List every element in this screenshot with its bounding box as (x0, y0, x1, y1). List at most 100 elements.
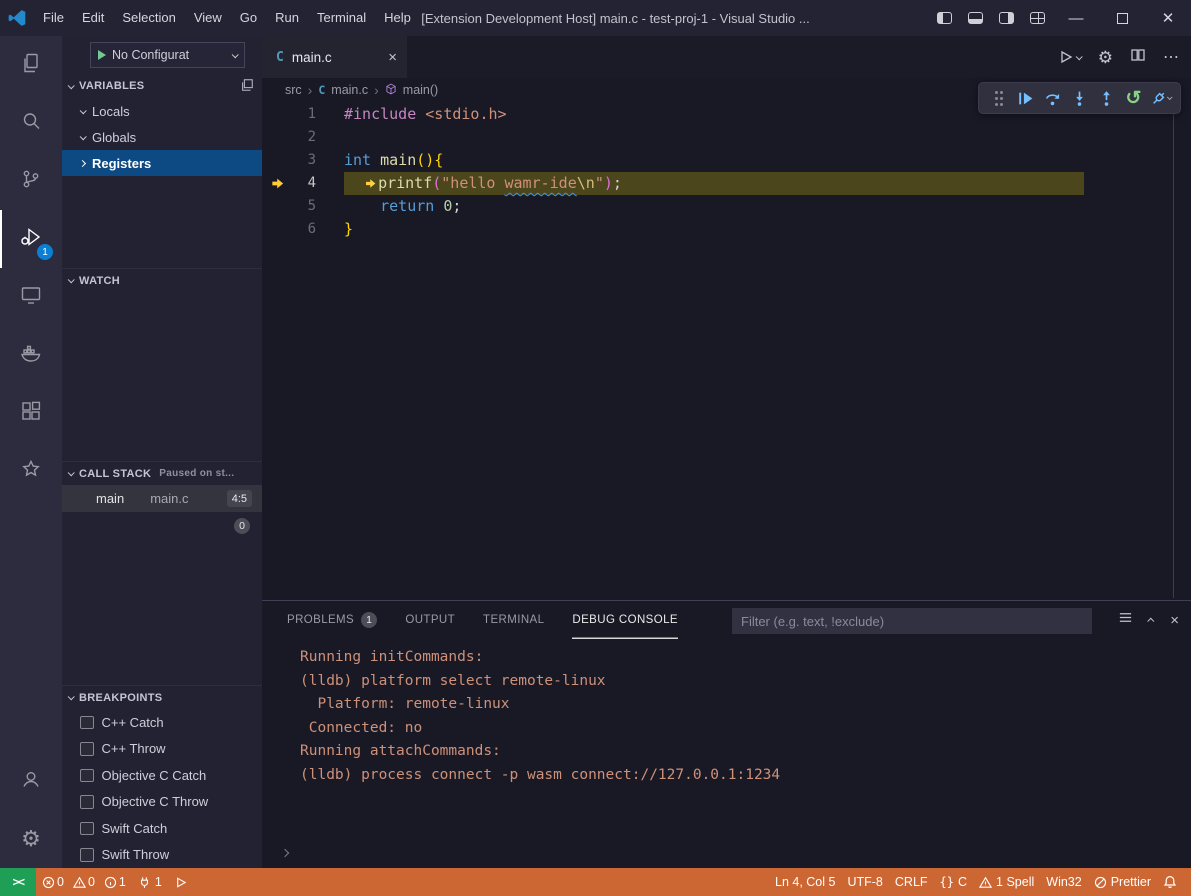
step-over-button[interactable] (1039, 85, 1066, 111)
step-out-button[interactable] (1093, 85, 1120, 111)
disconnect-button[interactable] (1147, 85, 1174, 111)
debug-toolbar-drag-handle[interactable] (985, 85, 1012, 111)
toggle-secondary-sidebar-icon[interactable] (999, 12, 1014, 24)
more-actions-icon[interactable]: ⋯ (1163, 47, 1179, 67)
callstack-section-header[interactable]: CALL STACK Paused on st... (62, 461, 262, 485)
debug-console-output[interactable]: Running initCommands:(lldb) platform sel… (262, 639, 1191, 838)
eol-indicator[interactable]: CRLF (889, 868, 934, 896)
debug-console-input[interactable] (262, 838, 1191, 868)
close-button[interactable]: ✕ (1145, 0, 1191, 36)
debug-play-icon (174, 876, 187, 889)
breakpoint-checkbox[interactable] (80, 795, 94, 809)
toggle-panel-icon[interactable] (968, 12, 983, 24)
console-filter-input[interactable] (732, 608, 1092, 634)
breakpoint-checkbox[interactable] (80, 822, 94, 836)
variables-item-locals[interactable]: Locals (62, 98, 262, 124)
breadcrumb-symbol[interactable]: main() (403, 83, 438, 97)
sidebar-item-search[interactable] (0, 94, 62, 152)
breakpoint-item[interactable]: C++ Catch (62, 709, 262, 736)
debug-config-dropdown[interactable]: No Configurat (90, 42, 245, 68)
breadcrumb-file[interactable]: main.c (331, 83, 368, 97)
variables-section-header[interactable]: VARIABLES (62, 74, 262, 98)
paused-line-arrow-icon (262, 172, 292, 195)
menu-run[interactable]: Run (266, 0, 308, 36)
spell-status[interactable]: 1 Spell (973, 868, 1040, 896)
chevron-right-icon: › (374, 82, 379, 98)
continue-icon (1017, 90, 1034, 107)
run-or-debug-button[interactable] (1058, 49, 1081, 65)
minimize-button[interactable]: — (1053, 0, 1099, 36)
split-editor-icon[interactable] (1130, 47, 1146, 68)
code-line-3[interactable]: 3int main(){ (262, 149, 1191, 172)
continue-button[interactable] (1012, 85, 1039, 111)
problems-status[interactable]: 0 0 1 (36, 868, 132, 896)
customize-layout-icon[interactable] (1030, 12, 1045, 24)
sidebar-item-explorer[interactable] (0, 36, 62, 94)
variables-item-registers[interactable]: Registers (62, 150, 262, 176)
menu-edit[interactable]: Edit (73, 0, 113, 36)
panel-tab-terminal[interactable]: TERMINAL (483, 601, 544, 639)
platform-indicator[interactable]: Win32 (1040, 868, 1087, 896)
remote-indicator[interactable]: >< (0, 868, 36, 896)
editor-scrollbar[interactable] (1173, 108, 1174, 598)
breadcrumb-folder[interactable]: src (285, 83, 302, 97)
ports-status[interactable]: 1 (132, 868, 168, 896)
language-mode[interactable]: {} C (934, 868, 973, 896)
encoding-indicator[interactable]: UTF-8 (841, 868, 888, 896)
code-editor[interactable]: 1#include <stdio.h>23int main(){4 printf… (262, 102, 1191, 600)
formatter-status[interactable]: Prettier (1088, 868, 1157, 896)
sidebar-item-run-debug[interactable]: 1 (0, 210, 62, 268)
breakpoint-checkbox[interactable] (80, 848, 94, 862)
breakpoint-checkbox[interactable] (80, 716, 94, 730)
sidebar-item-favorites[interactable] (0, 442, 62, 500)
maximize-button[interactable] (1099, 0, 1145, 36)
code-line-2[interactable]: 2 (262, 126, 1191, 149)
breakpoint-item[interactable]: Objective C Catch (62, 762, 262, 789)
close-panel-icon[interactable]: × (1170, 612, 1179, 629)
collapse-all-icon[interactable] (240, 78, 254, 95)
c-file-icon: C (276, 50, 284, 65)
callstack-frame-row[interactable]: main main.c 4:5 (62, 485, 262, 512)
menu-file[interactable]: File (34, 0, 73, 36)
accounts-button[interactable] (0, 752, 62, 810)
tab-label: main.c (292, 50, 332, 65)
cursor-position[interactable]: Ln 4, Col 5 (769, 868, 841, 896)
breakpoint-item[interactable]: C++ Throw (62, 736, 262, 763)
tab-main-c[interactable]: C main.c × (262, 36, 407, 78)
panel-tab-debug-console[interactable]: DEBUG CONSOLE (572, 601, 678, 639)
gear-icon[interactable]: ⚙ (1098, 49, 1113, 66)
sidebar-item-extensions[interactable] (0, 384, 62, 442)
breakpoint-item[interactable]: Swift Throw (62, 842, 262, 869)
notifications-button[interactable] (1157, 868, 1191, 896)
variables-item-globals[interactable]: Globals (62, 124, 262, 150)
close-tab-icon[interactable]: × (388, 49, 397, 66)
maximize-panel-icon[interactable] (1147, 617, 1154, 624)
code-line-5[interactable]: 5 return 0; (262, 195, 1191, 218)
line-number: 3 (292, 149, 316, 172)
step-into-button[interactable] (1066, 85, 1093, 111)
menu-go[interactable]: Go (231, 0, 266, 36)
menu-selection[interactable]: Selection (113, 0, 184, 36)
toggle-sidebar-icon[interactable] (937, 12, 952, 24)
start-debug-icon[interactable] (98, 50, 106, 60)
settings-button[interactable]: ⚙ (0, 810, 62, 868)
watch-section-header[interactable]: WATCH (62, 268, 262, 292)
sidebar-item-source-control[interactable] (0, 152, 62, 210)
console-line: (lldb) platform select remote-linux (300, 670, 1191, 694)
menu-view[interactable]: View (185, 0, 231, 36)
breakpoint-checkbox[interactable] (80, 769, 94, 783)
breakpoints-section-header[interactable]: BREAKPOINTS (62, 685, 262, 709)
breakpoint-item[interactable]: Swift Catch (62, 815, 262, 842)
breakpoint-checkbox[interactable] (80, 742, 94, 756)
panel-tab-problems[interactable]: PROBLEMS1 (287, 601, 377, 639)
sidebar-item-remote-explorer[interactable] (0, 268, 62, 326)
debug-status[interactable] (168, 868, 193, 896)
sidebar-item-docker[interactable] (0, 326, 62, 384)
panel-tab-output[interactable]: OUTPUT (405, 601, 455, 639)
frame-function: main (96, 491, 124, 506)
filter-lines-icon[interactable] (1118, 610, 1133, 630)
restart-button[interactable]: ↺ (1120, 85, 1147, 111)
code-line-6[interactable]: 6} (262, 218, 1191, 241)
code-line-4[interactable]: 4 printf("hello wamr-ide\n"); (262, 172, 1191, 195)
breakpoint-item[interactable]: Objective C Throw (62, 789, 262, 816)
